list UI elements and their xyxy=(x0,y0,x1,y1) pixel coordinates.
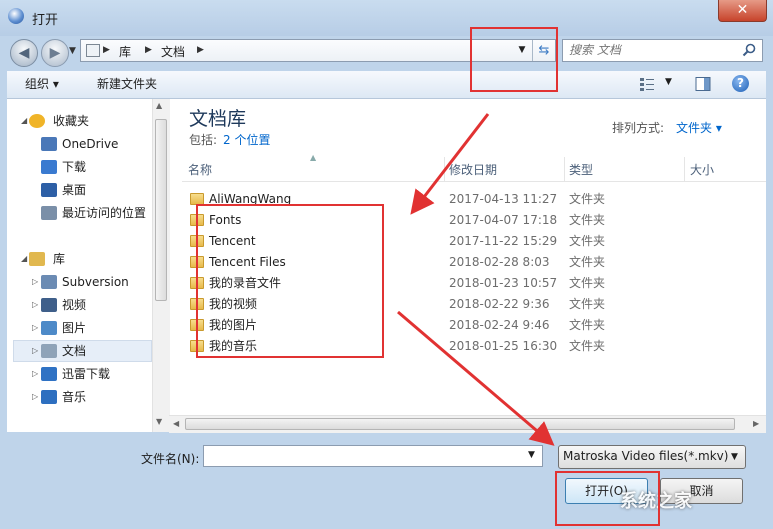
annotation-arrow xyxy=(410,113,490,215)
annotation-arrow xyxy=(397,310,555,446)
annotation-arrows xyxy=(397,113,555,446)
